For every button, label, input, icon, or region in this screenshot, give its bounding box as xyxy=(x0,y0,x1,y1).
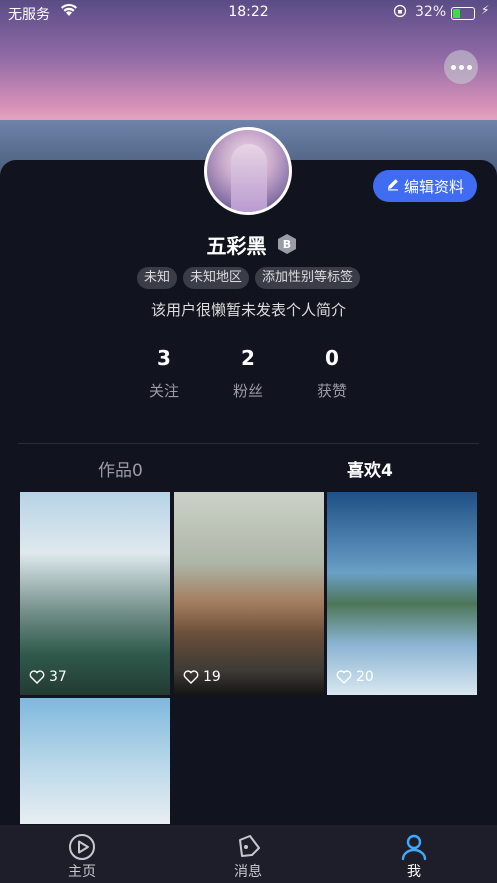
tag-list: 未知 未知地区 添加性别等标签 xyxy=(0,267,497,289)
battery-percent: 32% xyxy=(415,4,447,20)
like-count: 19 xyxy=(183,669,221,685)
tag-region[interactable]: 未知地区 xyxy=(182,267,249,289)
divider xyxy=(18,443,479,444)
stat-likes-value: 0 xyxy=(325,346,339,370)
tag-gender[interactable]: 未知 xyxy=(136,267,177,289)
nav-messages[interactable]: 消息 xyxy=(198,825,298,883)
like-count: 37 xyxy=(29,669,67,685)
dot-icon xyxy=(458,64,464,70)
nav-me[interactable]: 我 xyxy=(364,825,464,883)
like-count: 20 xyxy=(336,669,374,685)
stat-following-label: 关注 xyxy=(148,382,179,400)
play-circle-icon xyxy=(69,834,95,860)
rotation-lock-icon xyxy=(393,4,407,22)
avatar-figure xyxy=(231,144,267,212)
grid-item[interactable] xyxy=(20,698,170,824)
like-count-value: 19 xyxy=(203,669,221,685)
nav-home-label: 主页 xyxy=(68,864,96,880)
grid-item[interactable]: 37 xyxy=(20,492,170,695)
edit-profile-label: 编辑资料 xyxy=(403,177,464,196)
battery-icon xyxy=(451,7,475,20)
grid-item[interactable]: 20 xyxy=(327,492,477,695)
battery-fill xyxy=(453,9,460,18)
pencil-icon xyxy=(386,177,400,195)
username: 五彩黑 xyxy=(0,230,497,259)
grid-item[interactable]: 19 xyxy=(174,492,324,695)
message-icon xyxy=(239,835,260,857)
nav-me-label: 我 xyxy=(407,864,421,880)
dot-icon xyxy=(450,64,456,70)
person-icon xyxy=(401,834,427,861)
nav-home[interactable]: 主页 xyxy=(32,825,132,883)
tab-likes[interactable]: 喜欢4 xyxy=(347,456,393,481)
charging-icon: ⚡ xyxy=(481,3,490,17)
like-count-value: 20 xyxy=(356,669,374,685)
status-bar: 无服务 18:22 32% ⚡ xyxy=(0,0,497,26)
stat-followers-label: 粉丝 xyxy=(232,382,263,400)
stat-followers[interactable]: 2 粉丝 xyxy=(218,346,278,401)
tag-add[interactable]: 添加性别等标签 xyxy=(255,267,361,289)
username-text: 五彩黑 xyxy=(206,234,267,258)
heart-icon xyxy=(29,670,45,684)
tab-works[interactable]: 作品0 xyxy=(98,456,143,481)
more-options-button[interactable] xyxy=(444,50,478,84)
bio-text: 该用户很懒暂未发表个人简介 xyxy=(150,301,346,319)
stat-likes-label: 获赞 xyxy=(316,382,347,400)
nav-messages-label: 消息 xyxy=(234,864,262,880)
stat-likes[interactable]: 0 获赞 xyxy=(302,346,362,401)
stat-followers-value: 2 xyxy=(241,346,255,370)
avatar[interactable] xyxy=(204,127,292,215)
heart-icon xyxy=(336,670,352,684)
heart-icon xyxy=(183,670,199,684)
like-count-value: 37 xyxy=(49,669,67,685)
stat-following-value: 3 xyxy=(157,346,171,370)
bottom-nav: 主页 消息 我 xyxy=(0,825,497,883)
dot-icon xyxy=(466,64,472,70)
edit-profile-button[interactable]: 编辑资料 xyxy=(373,170,477,202)
stat-following[interactable]: 3 关注 xyxy=(134,346,194,401)
